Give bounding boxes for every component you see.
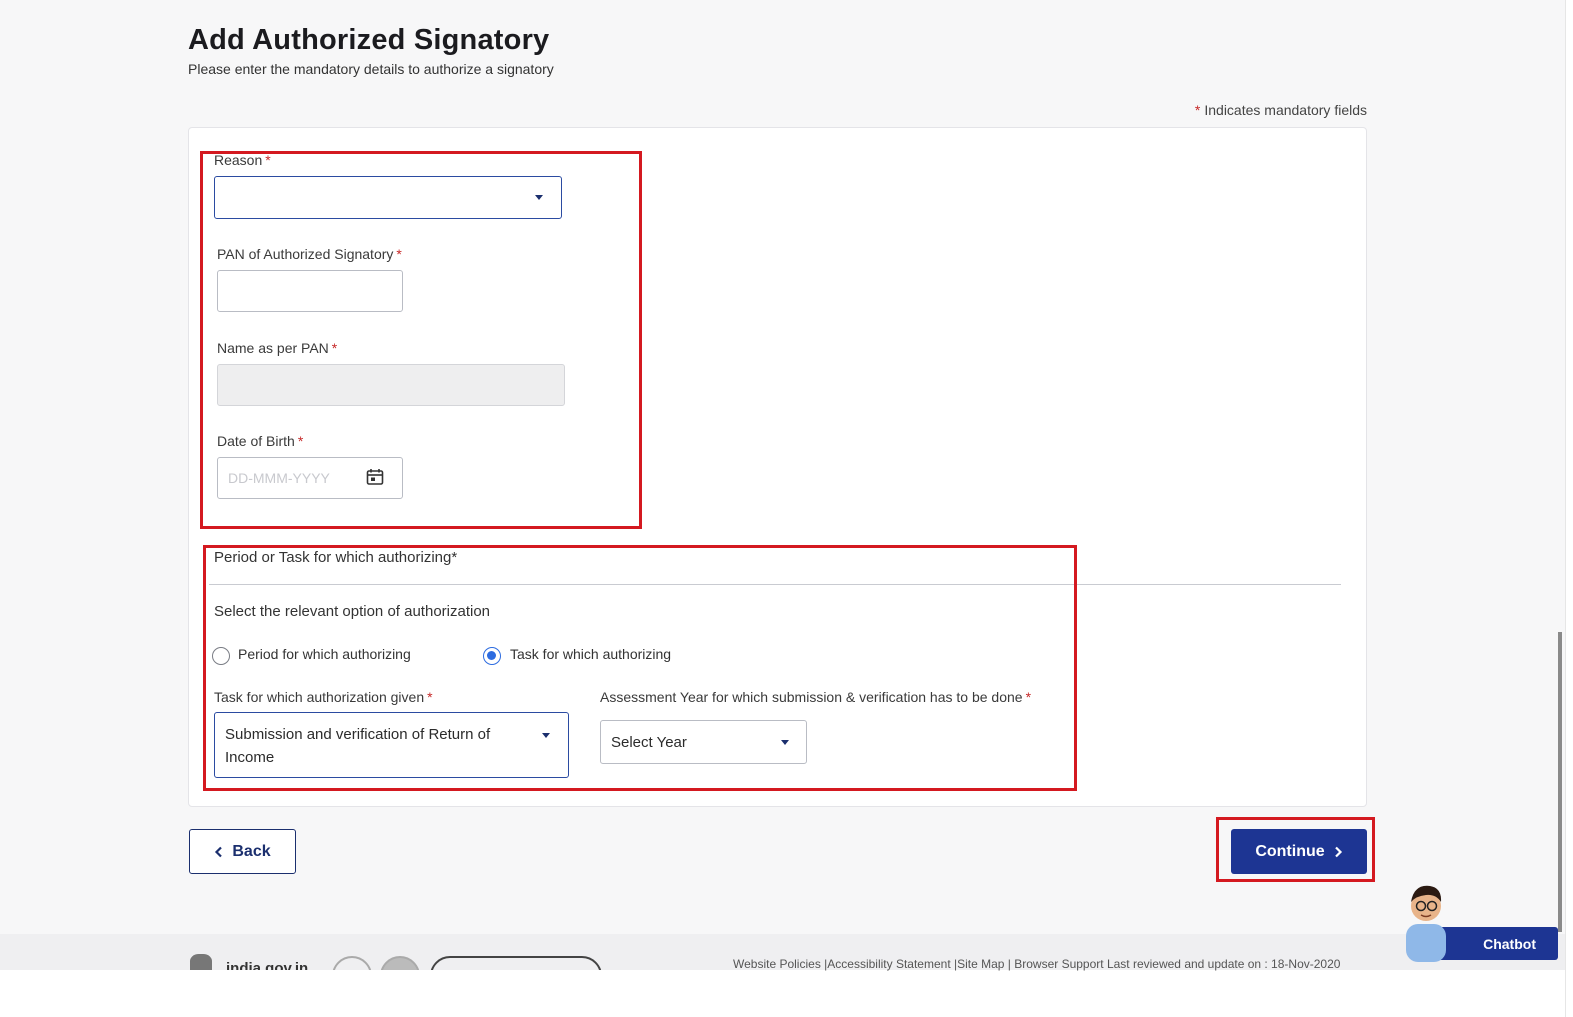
name-label-text: Name as per PAN <box>217 340 329 356</box>
assessment-year-label: Assessment Year for which submission & v… <box>600 689 1031 705</box>
radio-period-label[interactable]: Period for which authorizing <box>238 646 411 662</box>
chevron-down-icon <box>535 195 543 200</box>
required-star: * <box>331 340 338 356</box>
required-star: * <box>265 152 271 168</box>
calendar-icon[interactable] <box>366 468 384 486</box>
required-star: * <box>1025 689 1032 705</box>
assessment-year-select[interactable]: Select Year <box>600 720 807 764</box>
task-label: Task for which authorization given * <box>214 689 433 705</box>
name-label: Name as per PAN * <box>217 340 337 356</box>
mandatory-note: * Indicates mandatory fields <box>1195 102 1367 118</box>
task-label-text: Task for which authorization given <box>214 689 425 705</box>
chatbot-widget[interactable]: Chatbot <box>1390 880 1560 962</box>
name-input <box>217 364 565 406</box>
radio-task[interactable] <box>483 647 501 665</box>
chatbot-avatar-icon[interactable] <box>1400 880 1452 962</box>
pan-label: PAN of Authorized Signatory * <box>217 246 402 262</box>
window-edge <box>1565 0 1573 1017</box>
authorization-help-text: Select the relevant option of authorizat… <box>214 603 491 620</box>
required-star: * <box>297 433 304 449</box>
reason-select[interactable] <box>214 176 562 219</box>
chevron-down-icon <box>542 733 550 738</box>
chatbot-label: Chatbot <box>1483 935 1536 952</box>
page-subtitle: Please enter the mandatory details to au… <box>188 61 554 77</box>
back-button-label: Back <box>232 842 271 860</box>
partner-logo[interactable] <box>332 956 372 970</box>
india-gov-logo[interactable]: india.gov.in <box>226 960 308 970</box>
radio-task-label[interactable]: Task for which authorizing <box>510 646 671 662</box>
task-select[interactable]: Submission and verification of Return of… <box>214 712 569 778</box>
reason-label: Reason * <box>214 152 271 168</box>
footer-logos: india.gov.in <box>188 952 608 970</box>
chevron-down-icon <box>781 740 789 745</box>
back-button[interactable]: Back <box>189 829 296 874</box>
required-star: * <box>427 689 433 705</box>
required-star: * <box>396 246 402 262</box>
footer-links[interactable]: Website Policies |Accessibility Statemen… <box>733 957 1340 971</box>
assessment-year-value: Select Year <box>611 734 687 751</box>
chevron-right-icon <box>1334 846 1342 857</box>
scrollbar[interactable] <box>1558 632 1562 932</box>
partner-logo-strip[interactable] <box>430 956 602 970</box>
mandatory-note-text: Indicates mandatory fields <box>1204 102 1367 118</box>
national-emblem-icon <box>190 954 212 970</box>
continue-button-label: Continue <box>1255 842 1325 860</box>
continue-button[interactable]: Continue <box>1231 829 1367 874</box>
dob-label-text: Date of Birth <box>217 433 295 449</box>
page-title: Add Authorized Signatory <box>188 24 550 56</box>
task-select-value: Submission and verification of Return of… <box>225 726 491 766</box>
partner-logo[interactable] <box>380 956 420 970</box>
required-star: * <box>1194 102 1201 118</box>
pan-input[interactable] <box>217 270 403 312</box>
assessment-year-label-text: Assessment Year for which submission & v… <box>600 689 1023 705</box>
reason-label-text: Reason <box>214 152 263 168</box>
dob-label: Date of Birth * <box>217 433 303 449</box>
dob-input[interactable]: DD-MMM-YYYY <box>217 457 403 499</box>
chevron-left-icon <box>215 846 223 857</box>
section-divider <box>209 584 1341 585</box>
authorization-section-title: Period or Task for which authorizing* <box>214 549 458 566</box>
pan-label-text: PAN of Authorized Signatory <box>217 246 394 262</box>
radio-period[interactable] <box>212 647 230 665</box>
dob-placeholder: DD-MMM-YYYY <box>228 470 330 486</box>
